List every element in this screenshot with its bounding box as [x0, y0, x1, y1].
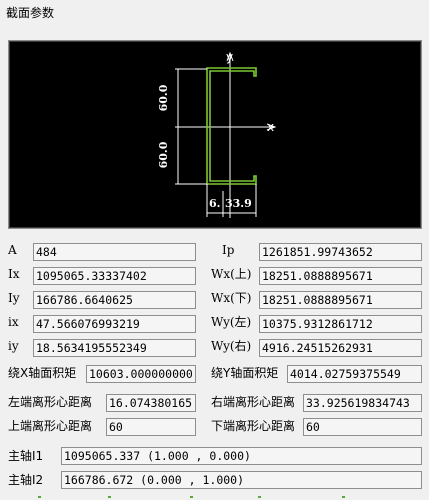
label-ix: ix	[8, 315, 19, 329]
section-drawing: y x 60.0 60.0 6. 33.9	[8, 40, 422, 229]
label-Wx-top: Wx(上)	[211, 267, 252, 281]
section-canvas: y x 60.0 60.0 6. 33.9	[157, 50, 277, 218]
label-principal-I1: 主轴I1	[8, 449, 44, 463]
label-iy: iy	[8, 339, 19, 353]
bottom-edge-decoration	[38, 496, 345, 498]
dim-flange-label: 33.9	[225, 197, 252, 210]
label-Ip: Ip	[222, 243, 235, 257]
field-Wy-left[interactable]: 10375.9312861712	[259, 315, 422, 333]
dim-bottom-label: 60.0	[157, 141, 170, 168]
label-A: A	[8, 243, 17, 257]
field-Iy[interactable]: 166786.6640625	[33, 291, 196, 309]
field-principal-I1[interactable]: 1095065.337 (1.000 , 0.000)	[61, 447, 422, 465]
field-Wx-top[interactable]: 18251.0888895671	[259, 267, 422, 285]
label-Sy: 绕Y轴面积矩	[211, 366, 279, 380]
field-dist-left[interactable]: 16.074380165	[106, 394, 196, 412]
channel-section-outline	[206, 67, 257, 185]
field-dist-top[interactable]: 60	[106, 418, 196, 436]
field-Wx-bottom[interactable]: 18251.0888895671	[259, 291, 422, 309]
y-axis-label: y	[226, 50, 233, 64]
field-ix[interactable]: 47.566076993219	[33, 315, 196, 333]
field-Wy-right[interactable]: 4916.24515262931	[259, 339, 422, 357]
field-A[interactable]: 484	[33, 243, 196, 261]
dim-top-label: 60.0	[157, 84, 170, 111]
dim-web-label: 6.	[209, 197, 220, 210]
window-title: 截面参数	[6, 6, 55, 20]
field-principal-I2[interactable]: 166786.672 (0.000 , 1.000)	[61, 471, 422, 489]
field-Ip[interactable]: 1261851.99743652	[259, 243, 422, 261]
label-Iy: Iy	[8, 291, 20, 305]
field-Sx[interactable]: 10603.000000000	[86, 365, 196, 383]
field-Ix[interactable]: 1095065.33337402	[33, 267, 196, 285]
label-dist-right: 右端离形心距离	[211, 395, 296, 409]
label-principal-I2: 主轴I2	[8, 473, 44, 487]
label-Ix: Ix	[8, 267, 20, 281]
field-dist-bottom[interactable]: 60	[303, 418, 422, 436]
label-Wy-left: Wy(左)	[211, 315, 252, 329]
label-Sx: 绕X轴面积矩	[8, 366, 77, 380]
label-Wx-bottom: Wx(下)	[211, 291, 252, 305]
label-dist-top: 上端离形心距离	[8, 419, 93, 433]
field-Sy[interactable]: 4014.02759375549	[287, 365, 422, 383]
label-dist-bottom: 下端离形心距离	[211, 419, 296, 433]
label-dist-left: 左端离形心距离	[8, 395, 93, 409]
field-dist-right[interactable]: 33.925619834743	[303, 394, 422, 412]
x-axis-label: x	[267, 120, 274, 134]
label-Wy-right: Wy(右)	[211, 339, 252, 353]
field-iy[interactable]: 18.5634195552349	[33, 339, 196, 357]
